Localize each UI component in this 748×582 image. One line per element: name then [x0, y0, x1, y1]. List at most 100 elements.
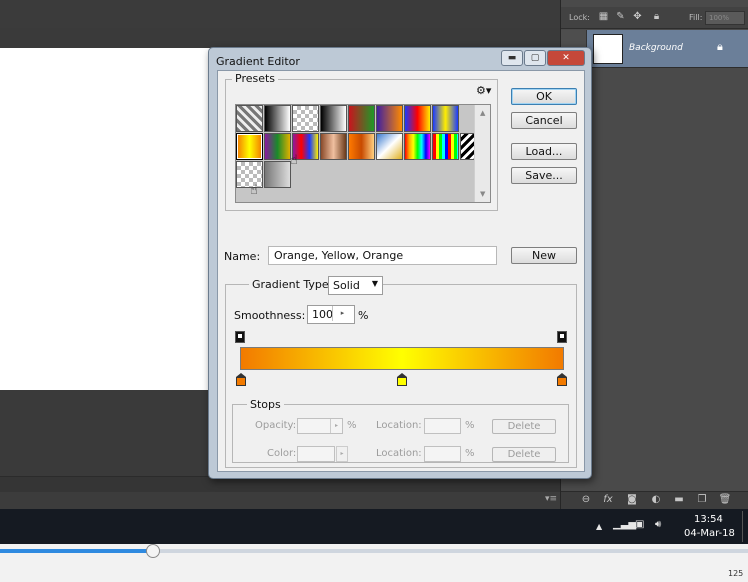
- gradient-type-select[interactable]: Solid ▼: [328, 276, 383, 295]
- layer-lock-icon: 🔒︎: [717, 40, 723, 53]
- panel-menu-icon[interactable]: ▾≡: [545, 494, 557, 504]
- dialog-client: Presets ⚙▾ ▲ ▼ ☝ ☝ OK Cancel Load... Sav…: [217, 70, 585, 472]
- preset-swatch[interactable]: [236, 105, 263, 132]
- color-swatch-input[interactable]: [297, 446, 335, 462]
- show-desktop-button[interactable]: [742, 511, 748, 542]
- preset-swatch[interactable]: [404, 133, 431, 160]
- gradient-type-label: Gradient Type:: [249, 278, 336, 291]
- preset-swatch[interactable]: [292, 105, 319, 132]
- tray-expand-icon[interactable]: ▲: [596, 522, 602, 531]
- preset-swatch[interactable]: [264, 105, 291, 132]
- new-button[interactable]: New: [511, 247, 577, 264]
- dialog-title: Gradient Editor: [216, 55, 300, 68]
- clock-time[interactable]: 13:54: [694, 514, 723, 525]
- gradient-type-group: Gradient Type: Solid ▼ Smoothness: 100 ▸…: [225, 276, 577, 468]
- fx-icon[interactable]: fx: [601, 494, 615, 505]
- presets-list[interactable]: ▲ ▼: [235, 104, 491, 203]
- lock-bar: Lock: ▦ ✎ ✥ 🔒︎ Fill: 100%: [561, 7, 748, 29]
- trash-icon[interactable]: 🗑︎: [718, 494, 732, 505]
- document-canvas[interactable]: [0, 48, 218, 390]
- preset-swatch[interactable]: [264, 133, 291, 160]
- lock-brush-icon[interactable]: ✎: [615, 11, 626, 22]
- preset-swatch[interactable]: [432, 105, 459, 132]
- volume-icon[interactable]: 🔊︎: [655, 519, 661, 530]
- preset-swatch[interactable]: [432, 133, 459, 160]
- load-button[interactable]: Load...: [511, 143, 577, 160]
- smoothness-value: 100: [312, 308, 333, 321]
- lock-label: Lock:: [569, 13, 590, 22]
- color-location-label: Location:: [376, 448, 422, 459]
- preset-swatch[interactable]: [348, 133, 375, 160]
- lock-move-icon[interactable]: ✥: [632, 11, 643, 22]
- stop-color-swatch: [397, 377, 407, 386]
- timeline-bar: [0, 492, 560, 509]
- color-picker-arrow[interactable]: ▸: [336, 446, 348, 462]
- preset-swatch[interactable]: [320, 133, 347, 160]
- name-label: Name:: [224, 250, 261, 263]
- hand-cursor-icon: ☝: [250, 183, 258, 198]
- preset-swatch-selected[interactable]: [236, 133, 263, 160]
- clock-date[interactable]: 04-Mar-18: [684, 528, 735, 539]
- presets-gear-icon[interactable]: ⚙▾: [476, 84, 491, 97]
- opacity-location-input[interactable]: [424, 418, 461, 434]
- gradient-type-value: Solid: [333, 279, 360, 292]
- fill-input[interactable]: 100%: [705, 11, 745, 25]
- folder-icon[interactable]: ▬: [672, 494, 686, 505]
- opacity-stop-left[interactable]: [235, 331, 245, 343]
- color-stop-middle[interactable]: [397, 373, 407, 386]
- preset-swatch[interactable]: [404, 105, 431, 132]
- opacity-stop-right[interactable]: [557, 331, 567, 343]
- gradient-editor-dialog: Gradient Editor ▬ ▢ ✕ Presets ⚙▾ ▲ ▼ ☝ ☝…: [208, 47, 592, 479]
- progress-fill: [0, 549, 154, 553]
- lock-transparent-icon[interactable]: ▦: [598, 11, 609, 22]
- new-layer-icon[interactable]: ❐: [695, 494, 709, 505]
- taskbar: ▲ ▁▃▅ ▣ 🔊︎ 13:54 04-Mar-18: [0, 509, 748, 544]
- preset-swatch[interactable]: [348, 105, 375, 132]
- fill-label: Fill:: [689, 13, 703, 22]
- gradient-preview-bar[interactable]: [240, 347, 564, 370]
- color-stop-left[interactable]: [236, 373, 246, 386]
- preset-swatch[interactable]: [376, 105, 403, 132]
- layer-name: Background: [629, 43, 683, 53]
- color-label: Color:: [267, 448, 297, 459]
- scroll-up-icon[interactable]: ▲: [480, 109, 485, 117]
- maximize-icon[interactable]: ▢: [524, 50, 546, 66]
- progress-track[interactable]: [0, 544, 748, 558]
- adjustment-icon[interactable]: ◐: [649, 494, 663, 505]
- ok-button[interactable]: OK: [511, 88, 577, 105]
- video-player-bar: 125: [0, 544, 748, 582]
- save-button[interactable]: Save...: [511, 167, 577, 184]
- opacity-location-label: Location:: [376, 420, 422, 431]
- opacity-stepper[interactable]: ▸: [330, 419, 342, 433]
- signal-icon[interactable]: ▁▃▅: [613, 519, 636, 530]
- presets-scrollbar[interactable]: ▲ ▼: [474, 105, 490, 202]
- link-icon[interactable]: ⊖: [579, 494, 593, 505]
- battery-icon[interactable]: ▣: [635, 519, 644, 530]
- smoothness-stepper[interactable]: ▸: [332, 306, 352, 321]
- close-icon[interactable]: ✕: [547, 50, 585, 66]
- opacity-delete-button[interactable]: Delete: [492, 419, 556, 434]
- stops-group: Stops Opacity: ▸ % Location: % Delete Co…: [232, 398, 569, 463]
- layers-footer: ⊖ fx ◙ ◐ ▬ ❐ 🗑︎: [561, 491, 748, 509]
- stops-label: Stops: [247, 398, 284, 411]
- options-bar: [0, 0, 560, 28]
- smoothness-label: Smoothness:: [234, 309, 306, 322]
- opacity-location-unit: %: [465, 420, 475, 431]
- cancel-button[interactable]: Cancel: [511, 112, 577, 129]
- color-stop-right[interactable]: [557, 373, 567, 386]
- name-input[interactable]: Orange, Yellow, Orange: [268, 246, 497, 265]
- preset-swatch[interactable]: [320, 105, 347, 132]
- scroll-down-icon[interactable]: ▼: [480, 190, 485, 198]
- lock-all-icon[interactable]: 🔒︎: [651, 11, 662, 22]
- presets-label: Presets: [232, 72, 279, 85]
- zoom-text: 125: [728, 569, 744, 578]
- color-location-input[interactable]: [424, 446, 461, 462]
- minimize-icon[interactable]: ▬: [501, 50, 523, 66]
- layer-thumbnail: [593, 34, 623, 64]
- stop-color-swatch: [236, 377, 246, 386]
- preset-swatch[interactable]: [376, 133, 403, 160]
- progress-knob[interactable]: [146, 544, 161, 558]
- mask-icon[interactable]: ◙: [625, 494, 639, 505]
- color-delete-button[interactable]: Delete: [492, 447, 556, 462]
- preset-swatch[interactable]: [264, 161, 291, 188]
